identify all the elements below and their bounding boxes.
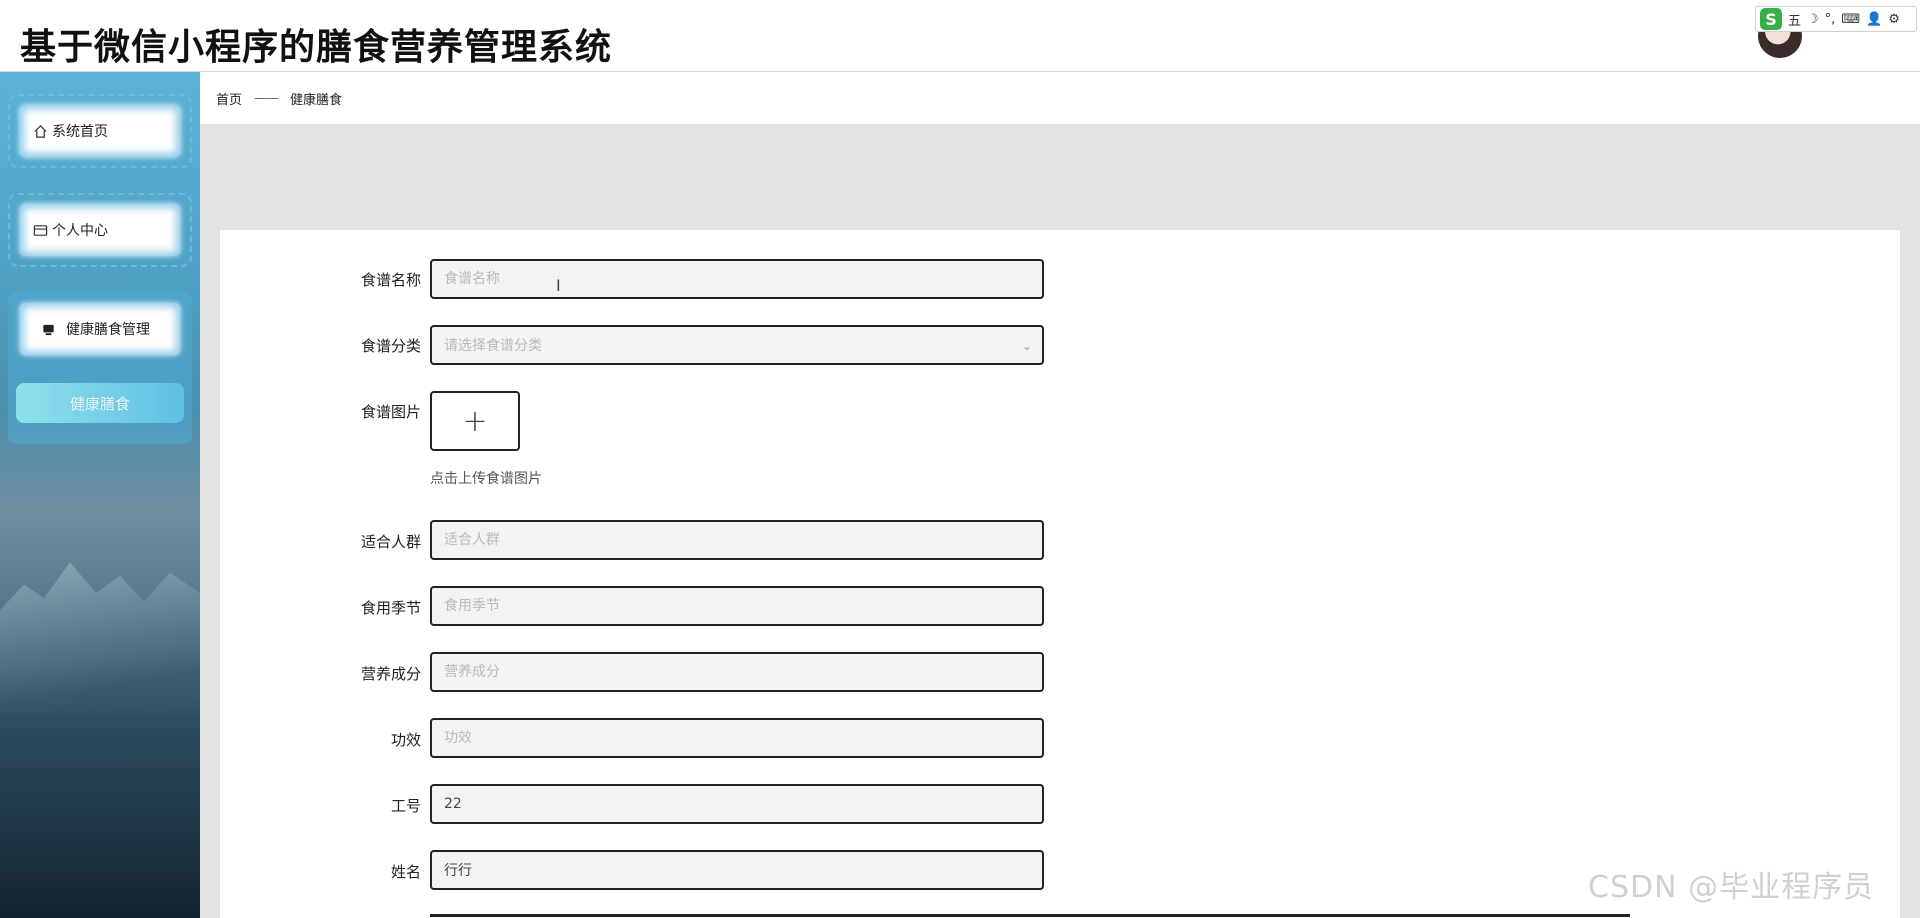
upload-hint: 点击上传食谱图片 <box>430 471 542 487</box>
recipe-name-input[interactable] <box>430 259 1044 299</box>
submenu-item-healthy-diet[interactable]: 健康膳食 <box>16 383 184 423</box>
sidebar-item-label: 健康膳食管理 <box>66 322 150 338</box>
season-input[interactable] <box>430 586 1044 626</box>
job-number-input[interactable] <box>430 784 1044 824</box>
breadcrumb-home[interactable]: 首页 <box>216 89 242 108</box>
recipe-name-label: 食谱名称 <box>360 271 421 289</box>
name-input[interactable] <box>430 850 1044 890</box>
breadcrumb: 首页 —— 健康膳食 <box>200 72 1920 124</box>
csdn-watermark: CSDN @毕业程序员 <box>1588 870 1875 905</box>
next-field-border <box>430 914 1630 917</box>
season-label: 食用季节 <box>360 599 421 617</box>
name-label: 姓名 <box>390 863 421 881</box>
punctuation-icon[interactable]: °, <box>1825 12 1836 27</box>
job-number-label: 工号 <box>390 797 421 815</box>
monitor-icon <box>40 321 56 337</box>
breadcrumb-current: 健康膳食 <box>290 92 343 108</box>
top-header: 基于微信小程序的膳食营养管理系统 S 五 ☽ °, ⌨ 👤 ⚙ <box>0 0 1920 72</box>
ime-toolbar[interactable]: S 五 ☽ °, ⌨ 👤 ⚙ <box>1755 6 1917 32</box>
recipe-category-placeholder: 请选择食谱分类 <box>444 338 542 354</box>
ime-mode-icon[interactable]: 五 <box>1788 10 1801 29</box>
sidebar-item-label: 系统首页 <box>52 124 108 140</box>
user-icon[interactable]: 👤 <box>1866 12 1882 27</box>
recipe-image-label: 食谱图片 <box>360 403 421 421</box>
sidebar-item-diet-management[interactable]: 健康膳食管理 <box>20 303 180 355</box>
id-card-icon <box>32 222 48 238</box>
home-icon <box>32 123 48 139</box>
moon-icon[interactable]: ☽ <box>1807 12 1819 27</box>
sidebar-item-profile[interactable]: 个人中心 <box>20 204 180 256</box>
text-cursor-icon: I <box>556 276 561 295</box>
suitable-people-input[interactable] <box>430 520 1044 560</box>
sidebar-item-label: 个人中心 <box>52 223 108 239</box>
effect-label: 功效 <box>390 731 421 749</box>
nutrition-label: 营养成分 <box>360 665 421 683</box>
sidebar-background-mountain <box>0 562 200 712</box>
nutrition-input[interactable] <box>430 652 1044 692</box>
ime-logo-icon[interactable]: S <box>1760 8 1782 30</box>
suitable-people-label: 适合人群 <box>360 533 421 551</box>
grid-icon[interactable]: ⚙ <box>1888 12 1900 27</box>
effect-input[interactable] <box>430 718 1044 758</box>
sidebar-item-home[interactable]: 系统首页 <box>20 105 180 157</box>
keyboard-icon[interactable]: ⌨ <box>1841 12 1860 27</box>
image-upload-button[interactable]: + <box>430 391 520 451</box>
breadcrumb-separator: —— <box>254 90 279 106</box>
sidebar: 系统首页 个人中心 健康膳食管理 健康膳食 <box>0 72 200 918</box>
chevron-down-icon: ⌄ <box>1021 339 1032 353</box>
app-title: 基于微信小程序的膳食营养管理系统 <box>20 27 613 68</box>
recipe-category-select[interactable]: 请选择食谱分类 ⌄ <box>430 325 1044 365</box>
recipe-category-label: 食谱分类 <box>360 337 421 355</box>
plus-icon: + <box>462 403 488 439</box>
